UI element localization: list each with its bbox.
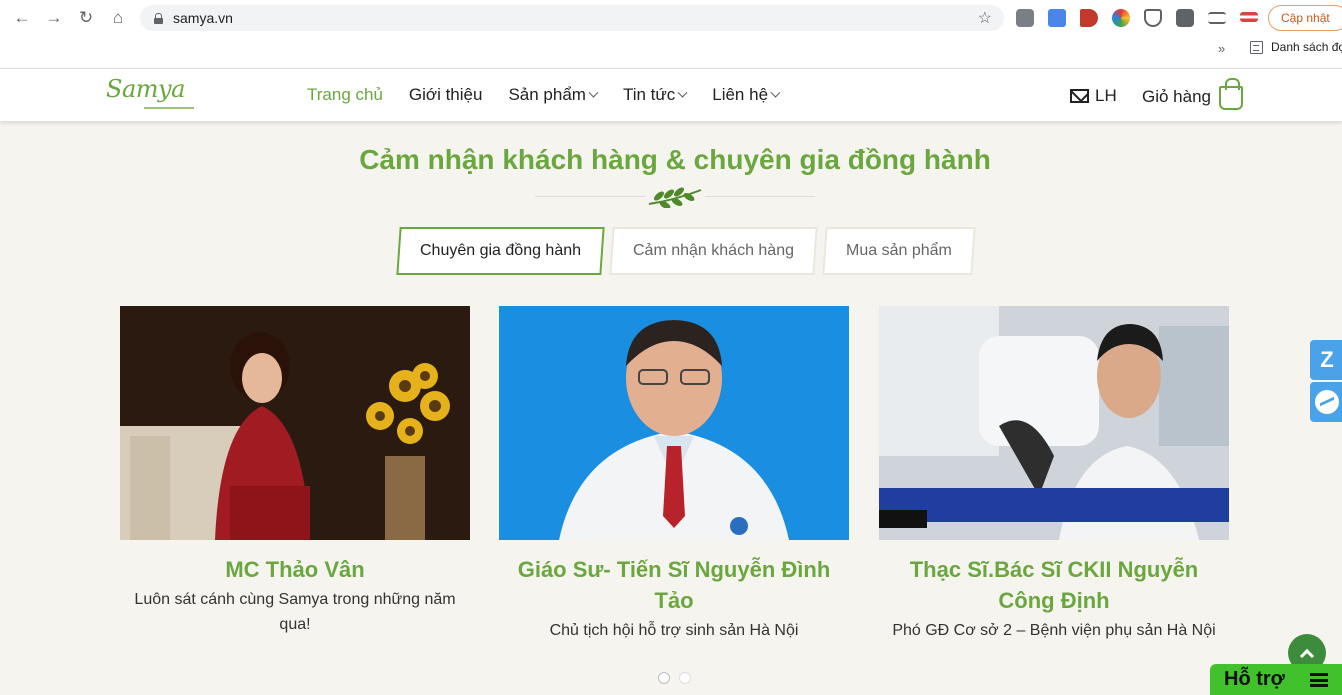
expert-name: MC Thảo Vân bbox=[225, 557, 365, 582]
expert-card[interactable]: Thạc Sĩ.Bác Sĩ CKII Nguyễn Công Định Phó… bbox=[879, 306, 1229, 643]
carousel-dots bbox=[658, 672, 691, 684]
menu-item-contact[interactable]: Liên hệ bbox=[712, 85, 781, 105]
carousel-dot[interactable] bbox=[679, 672, 691, 684]
mail-icon bbox=[1070, 89, 1089, 103]
expert-name: Thạc Sĩ.Bác Sĩ CKII Nguyễn Công Định bbox=[909, 557, 1199, 613]
expert-photo bbox=[879, 306, 1229, 540]
reading-list-label: Danh sách đọc bbox=[1271, 40, 1342, 54]
divider-line bbox=[705, 196, 815, 197]
tab-experts[interactable]: Chuyên gia đồng hành bbox=[396, 227, 605, 275]
reading-list-icon bbox=[1250, 40, 1263, 54]
contact-label: LH bbox=[1095, 86, 1117, 105]
chevron-up-icon bbox=[1299, 648, 1315, 663]
translate-icon[interactable] bbox=[1048, 9, 1066, 27]
extensions-icon[interactable] bbox=[1176, 9, 1194, 27]
messenger-button[interactable] bbox=[1310, 382, 1342, 422]
samya-logo[interactable]: Samya bbox=[106, 75, 196, 117]
section-title: Cảm nhận khách hàng & chuyên gia đồng hà… bbox=[359, 144, 991, 175]
messenger-icon bbox=[1315, 390, 1339, 414]
support-label: Hỗ trợ bbox=[1224, 668, 1285, 690]
bookmark-star-icon[interactable]: ☆ bbox=[978, 8, 992, 28]
browser-toolbar: ← → ↻ ⌂ samya.vn ☆ Cập nhật » Danh sách … bbox=[0, 0, 1342, 69]
menu-label: Giới thiệu bbox=[408, 85, 483, 104]
url-text[interactable]: samya.vn bbox=[173, 10, 233, 26]
menu-item-about[interactable]: Giới thiệu bbox=[409, 85, 483, 105]
leaf-divider bbox=[535, 186, 815, 208]
menu-item-news[interactable]: Tin tức bbox=[622, 85, 688, 105]
tab-label: Cảm nhận khách hàng bbox=[633, 242, 795, 259]
expert-description: Chủ tịch hội hỗ trợ sinh sản Hà Nội bbox=[549, 622, 799, 639]
pocket-icon[interactable] bbox=[1144, 9, 1162, 27]
zalo-button[interactable]: Z bbox=[1310, 340, 1342, 380]
logo-text: Samya bbox=[106, 75, 185, 103]
menu-label: Trang chủ bbox=[307, 85, 383, 104]
playlist-icon[interactable] bbox=[1208, 12, 1226, 24]
color-picker-icon[interactable] bbox=[1112, 9, 1130, 27]
category-tabs: Chuyên gia đồng hành Cảm nhận khách hàng… bbox=[396, 227, 976, 275]
expert-card[interactable]: MC Thảo Vân Luôn sát cánh cùng Samya tro… bbox=[120, 306, 470, 637]
chevron-down-icon bbox=[770, 87, 781, 98]
update-button[interactable]: Cập nhật bbox=[1268, 5, 1342, 31]
megaphone-icon[interactable] bbox=[1080, 9, 1098, 27]
site-header: Samya Trang chủ Giới thiệu Sản phẩm Tin … bbox=[0, 69, 1342, 121]
tab-label: Chuyên gia đồng hành bbox=[420, 242, 582, 259]
home-icon[interactable]: ⌂ bbox=[108, 8, 128, 28]
tab-customer-feedback[interactable]: Cảm nhận khách hàng bbox=[609, 227, 818, 275]
divider-line bbox=[535, 196, 645, 197]
carousel-dot[interactable] bbox=[658, 672, 670, 684]
expert-name: Giáo Sư- Tiến Sĩ Nguyễn Đình Tảo bbox=[517, 557, 831, 613]
menu-item-home[interactable]: Trang chủ bbox=[307, 85, 383, 105]
support-button[interactable]: Hỗ trợ bbox=[1210, 664, 1342, 695]
expert-photo bbox=[499, 306, 849, 540]
logo-tagline bbox=[144, 107, 194, 109]
expert-card[interactable]: Giáo Sư- Tiến Sĩ Nguyễn Đình Tảo Chủ tịc… bbox=[499, 306, 849, 643]
menu-label: Sản phẩm bbox=[508, 85, 586, 104]
chevron-down-icon bbox=[588, 87, 599, 98]
address-bar[interactable]: samya.vn ☆ bbox=[140, 5, 1004, 31]
cart-label: Giỏ hàng bbox=[1142, 86, 1211, 106]
leaf-icon bbox=[648, 187, 702, 208]
bookmarks-more-button[interactable]: » bbox=[1218, 41, 1225, 56]
forward-icon[interactable]: → bbox=[44, 8, 64, 28]
shopping-bag-icon bbox=[1219, 78, 1243, 110]
back-icon[interactable]: ← bbox=[12, 8, 32, 28]
menu-label: Liên hệ bbox=[712, 85, 769, 104]
tab-label: Mua sản phẩm bbox=[846, 242, 952, 259]
lock-icon[interactable] bbox=[154, 12, 163, 24]
flag-icon[interactable] bbox=[1240, 12, 1258, 22]
main-menu: Trang chủ Giới thiệu Sản phẩm Tin tức Li… bbox=[307, 69, 805, 121]
contact-link[interactable]: LH bbox=[1070, 86, 1117, 106]
camera-icon[interactable] bbox=[1016, 9, 1034, 27]
cart-link[interactable]: Giỏ hàng bbox=[1142, 78, 1243, 110]
menu-item-products[interactable]: Sản phẩm bbox=[508, 85, 599, 105]
menu-label: Tin tức bbox=[622, 85, 676, 104]
expert-description: Phó GĐ Cơ sở 2 – Bệnh viện phụ sản Hà Nộ… bbox=[892, 622, 1216, 639]
zalo-icon: Z bbox=[1320, 347, 1334, 372]
expert-description: Luôn sát cánh cùng Samya trong những năm… bbox=[134, 591, 456, 633]
reading-list[interactable]: Danh sách đọc bbox=[1250, 40, 1342, 54]
tab-buy-products[interactable]: Mua sản phẩm bbox=[822, 227, 976, 275]
menu-icon bbox=[1310, 673, 1328, 687]
expert-photo bbox=[120, 306, 470, 540]
chevron-down-icon bbox=[677, 87, 688, 98]
reload-icon[interactable]: ↻ bbox=[76, 8, 96, 28]
